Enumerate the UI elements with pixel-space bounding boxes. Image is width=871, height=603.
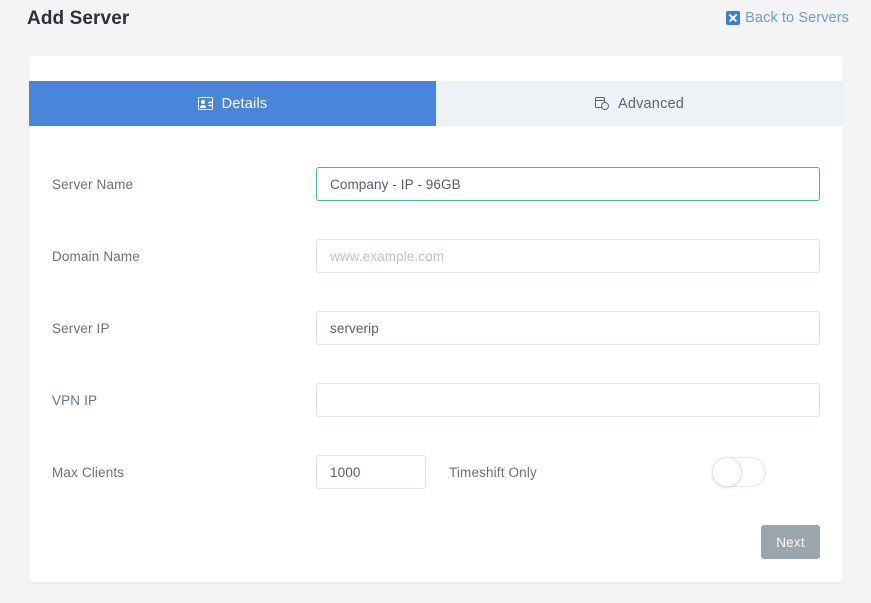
back-to-servers-label: Back to Servers	[745, 10, 849, 26]
vpn-ip-label: VPN IP	[52, 392, 98, 408]
vpn-ip-input[interactable]	[316, 383, 820, 417]
tab-advanced-label: Advanced	[617, 95, 685, 112]
form-row-domain-name: Domain Name	[29, 234, 843, 278]
domain-name-label: Domain Name	[52, 248, 140, 264]
next-button[interactable]: Next	[761, 525, 820, 559]
max-clients-input[interactable]	[316, 455, 426, 489]
tab-bar: Details Advanced	[29, 81, 843, 126]
domain-name-input[interactable]	[316, 239, 820, 273]
tab-advanced[interactable]: Advanced	[436, 81, 843, 126]
page-title: Add Server	[27, 8, 130, 29]
form-row-server-ip: Server IP	[29, 306, 843, 350]
server-name-input[interactable]	[316, 167, 820, 201]
server-ip-input[interactable]	[316, 311, 820, 345]
form-row-server-name: Server Name	[29, 162, 843, 206]
server-ip-label: Server IP	[52, 320, 110, 336]
id-card-icon	[197, 97, 213, 110]
max-clients-label: Max Clients	[52, 464, 125, 480]
broken-image-icon	[726, 11, 741, 25]
form-row-max-clients: Max Clients Timeshift Only	[29, 450, 843, 494]
add-server-card: Details Advanced Server Name Domain Name…	[29, 56, 843, 582]
server-name-label: Server Name	[52, 176, 134, 192]
tab-details-label: Details	[221, 95, 268, 112]
form-row-vpn-ip: VPN IP	[29, 378, 843, 422]
timeshift-only-label: Timeshift Only	[449, 464, 537, 480]
back-to-servers-link[interactable]: Back to Servers	[726, 10, 849, 26]
toggle-knob	[712, 457, 742, 487]
tab-details[interactable]: Details	[29, 81, 436, 126]
window-cog-icon	[594, 97, 609, 110]
timeshift-only-toggle[interactable]	[712, 457, 766, 487]
page-header: Add Server Back to Servers	[0, 0, 871, 56]
